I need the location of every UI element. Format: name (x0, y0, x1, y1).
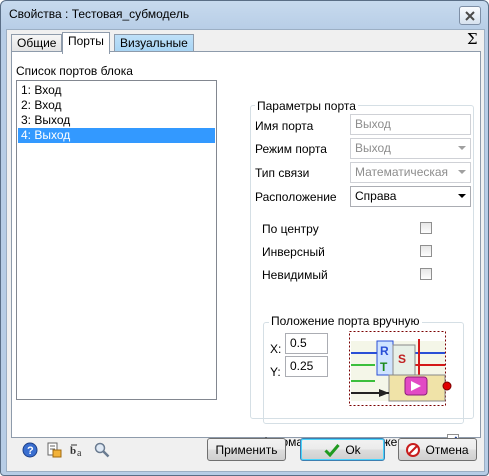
close-button[interactable] (459, 6, 481, 25)
window-title: Свойства : Тестовая_субмодель (9, 7, 190, 21)
list-item[interactable]: 1: Вход (18, 83, 215, 98)
svg-text:b: b (70, 445, 76, 457)
list-item[interactable]: 2: Вход (18, 98, 215, 113)
cancel-icon (406, 442, 421, 457)
apply-button[interactable]: Применить (207, 438, 286, 461)
chevron-down-icon (458, 170, 466, 174)
properties-icon[interactable] (46, 442, 62, 458)
y-field[interactable]: 0.25 (285, 356, 328, 377)
port-params-title: Параметры порта (255, 99, 358, 113)
inverse-label: Инверсный (262, 245, 325, 259)
placement-value: Справа (355, 189, 397, 203)
properties-dialog: Свойства : Тестовая_субмодель Общие Порт… (0, 0, 489, 476)
x-label: X: (270, 342, 282, 356)
search-icon[interactable] (94, 442, 110, 458)
link-type-select[interactable]: Математическая (350, 162, 471, 183)
center-label: По центру (262, 222, 319, 236)
svg-text:T: T (380, 360, 388, 374)
placement-label: Расположение (255, 190, 337, 204)
tab-general[interactable]: Общие (11, 34, 63, 52)
port-mode-select[interactable]: Выход (350, 138, 471, 159)
cancel-button[interactable]: Отмена (398, 438, 477, 461)
y-label: Y: (270, 365, 281, 379)
svg-text:?: ? (27, 445, 34, 457)
svg-text:S: S (398, 352, 406, 366)
list-item-selected[interactable]: 4: Выход (18, 128, 215, 143)
chevron-down-icon (458, 194, 466, 198)
ok-button-label: Ok (345, 442, 361, 457)
check-icon (324, 443, 340, 457)
chevron-down-icon (458, 146, 466, 150)
ports-listbox[interactable]: 1: Вход 2: Вход 3: Выход 4: Выход (16, 80, 217, 400)
title-bar[interactable]: Свойства : Тестовая_субмодель (1, 1, 488, 29)
sigma-icon[interactable]: Σ (467, 30, 478, 48)
ok-button[interactable]: Ok (300, 438, 385, 461)
ports-panel: Список портов блока 1: Вход 2: Вход 3: В… (11, 51, 481, 449)
ports-list-label: Список портов блока (16, 64, 133, 78)
dialog-client: Общие Порты Визуальные слои Σ Список пор… (6, 29, 485, 472)
inverse-checkbox[interactable] (420, 245, 432, 257)
port-mode-value: Выход (355, 141, 391, 155)
help-icon[interactable]: ? (22, 442, 38, 458)
link-type-label: Тип связи (255, 166, 310, 180)
placement-select[interactable]: Справа (350, 186, 471, 207)
manual-position-title: Положение порта вручную (269, 314, 422, 328)
link-type-value: Математическая (355, 165, 449, 179)
tab-ports[interactable]: Порты (62, 32, 110, 54)
svg-text:a: a (77, 448, 82, 458)
x-field[interactable]: 0.5 (285, 333, 328, 354)
invisible-checkbox[interactable] (420, 268, 432, 280)
invisible-label: Невидимый (262, 268, 328, 282)
cancel-button-label: Отмена (425, 442, 469, 457)
center-checkbox[interactable] (420, 222, 432, 234)
apply-button-label: Применить (215, 442, 278, 457)
list-item[interactable]: 3: Выход (18, 113, 215, 128)
rename-icon[interactable]: b a (69, 442, 85, 458)
svg-text:R: R (380, 344, 389, 358)
close-icon (465, 10, 475, 21)
port-name-label: Имя порта (255, 119, 314, 133)
tab-visual-layers[interactable]: Визуальные слои (114, 34, 194, 67)
block-preview-image[interactable]: R T S (349, 331, 452, 409)
port-name-field[interactable]: Выход (350, 114, 471, 135)
port-mode-label: Режим порта (255, 142, 327, 156)
